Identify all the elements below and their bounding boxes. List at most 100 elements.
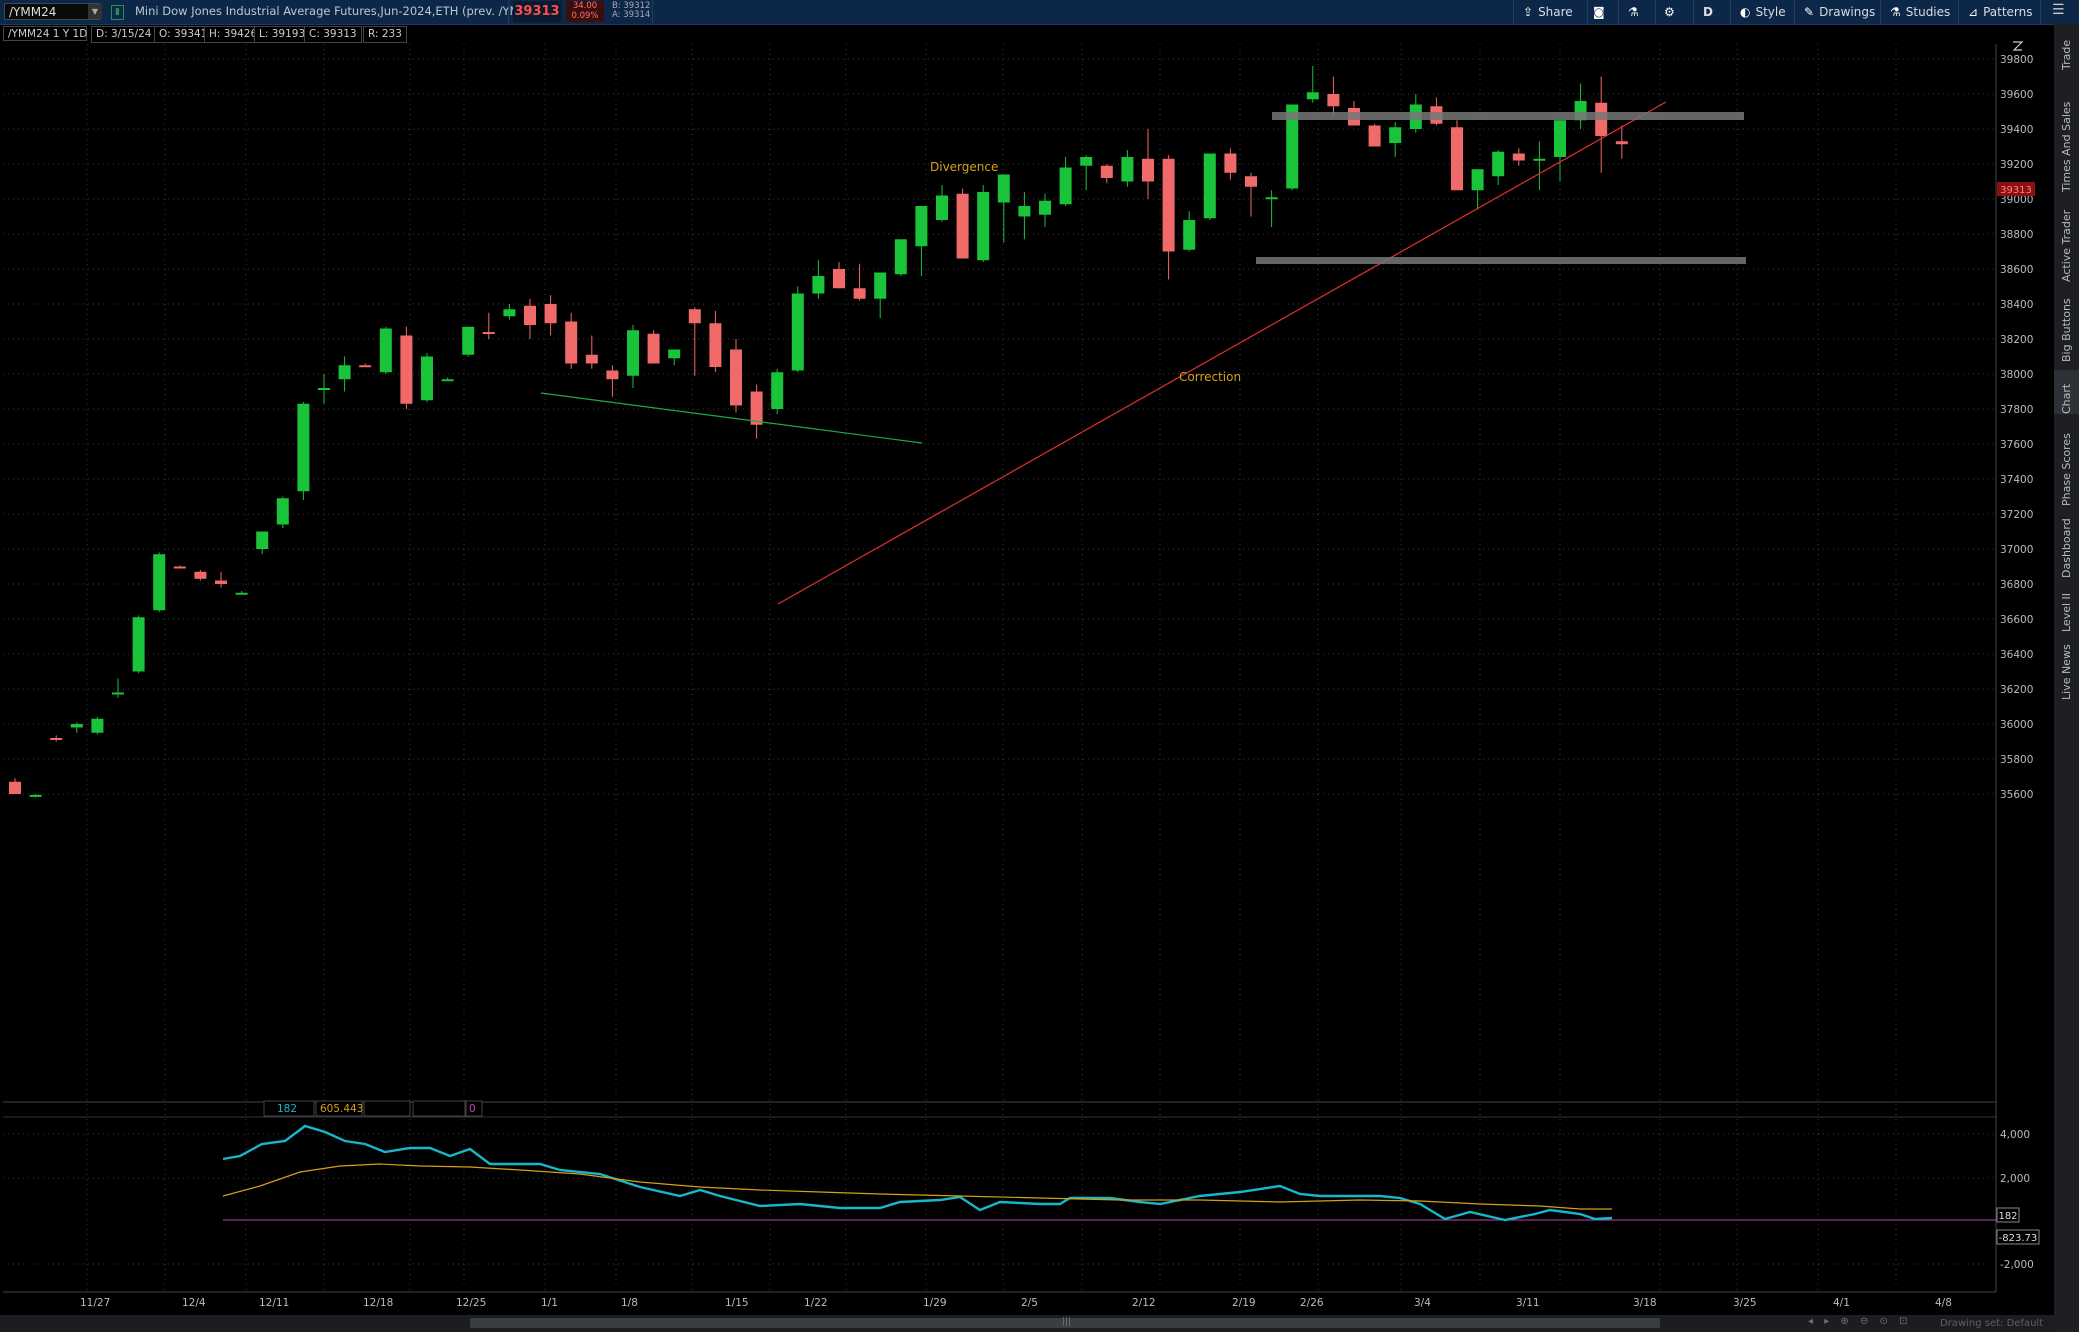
symbol-input[interactable]: /YMM24 <box>4 3 100 20</box>
tab-times-and-sales[interactable]: Times And Sales <box>2054 80 2079 192</box>
candle-body <box>297 403 310 492</box>
candle-body <box>338 365 351 380</box>
candle-body <box>1554 120 1566 157</box>
candle-body <box>112 692 124 695</box>
settings-button[interactable]: ⚙ <box>1664 0 1680 24</box>
separator <box>508 0 509 24</box>
candle-body <box>1183 220 1196 250</box>
lower-value-1: 182 <box>277 1103 297 1115</box>
tab-dashboard[interactable]: Dashboard <box>2054 514 2079 578</box>
tab-level-ii[interactable]: Level II <box>2054 586 2079 632</box>
price-chart[interactable]: 35600 35800 36000 36200 36400 36600 36800 37000… <box>0 24 2054 1314</box>
lower-value-3: 0 <box>469 1103 476 1115</box>
candle-body <box>50 738 63 740</box>
candle-body <box>1100 165 1113 178</box>
tab-trade[interactable]: Trade <box>2054 24 2079 70</box>
candle-body <box>853 288 866 299</box>
tab-phase-scores-label: Phase Scores <box>2060 433 2073 506</box>
candle-body <box>235 592 248 595</box>
aggregation-button[interactable]: D <box>1703 0 1713 24</box>
candle-body <box>1615 141 1628 145</box>
zoom-controls[interactable]: ◂ ▸ ⊕ ⊖ ⊙ ⊡ <box>1808 1316 1911 1327</box>
candle-body <box>1224 153 1237 173</box>
flask-icon: ⚗ <box>1628 5 1639 19</box>
correction-annotation: Correction <box>1179 370 1241 384</box>
right-sidebar-tabs: Trade Times And Sales Active Trader Big … <box>2054 24 2079 1332</box>
candle-body <box>91 718 104 733</box>
patterns-button[interactable]: ⊿ Patterns <box>1968 0 2033 24</box>
candle-body <box>1389 127 1402 143</box>
candle-body <box>1121 157 1134 182</box>
camera-icon: ◙ <box>1593 5 1605 19</box>
candle-body <box>833 269 845 289</box>
separator <box>1794 0 1795 24</box>
patterns-label: Patterns <box>1983 5 2033 19</box>
drawing-tool-icon[interactable] <box>2012 41 2024 51</box>
studies-button[interactable]: ⚗ Studies <box>1890 0 1950 24</box>
candle-body <box>1451 127 1463 191</box>
separator <box>1513 0 1514 24</box>
price-tick-label: 37000 <box>2000 544 2033 556</box>
price-tick-label: 36200 <box>2000 684 2033 696</box>
candle-body <box>1265 197 1278 200</box>
price-tick-label: 36600 <box>2000 614 2033 626</box>
menu-icon[interactable]: ☰ <box>2052 2 2065 18</box>
last-price: 39313 <box>513 1 561 22</box>
tab-phase-scores[interactable]: Phase Scores <box>2054 422 2079 506</box>
price-tick-label: 37600 <box>2000 439 2033 451</box>
date-tick-label: 12/18 <box>363 1297 393 1309</box>
tab-chart[interactable]: Chart <box>2054 370 2079 414</box>
lower-value-2: 605.443 <box>320 1103 363 1115</box>
candle-body <box>771 372 784 409</box>
price-tick-label: 36800 <box>2000 579 2033 591</box>
candle-body <box>1245 176 1257 187</box>
separator <box>1880 0 1881 24</box>
lower-tag-cyan: 182 <box>1998 1211 2017 1222</box>
top-toolbar: /YMM24 ▼ ▮ Mini Dow Jones Industrial Ave… <box>0 0 2079 25</box>
symbol-description: Mini Dow Jones Industrial Average Future… <box>135 4 542 18</box>
style-button[interactable]: ◐ Style <box>1740 0 1786 24</box>
tab-active-trader[interactable]: Active Trader <box>2054 202 2079 282</box>
candle-body <box>977 192 990 261</box>
drawing-set-label: Drawing set: Default <box>1940 1318 2044 1329</box>
studies-label: Studies <box>1905 5 1951 19</box>
share-button[interactable]: ⇪ Share <box>1523 0 1573 24</box>
candle-body <box>1492 151 1505 177</box>
date-tick-label: 1/8 <box>621 1297 638 1309</box>
tab-live-news[interactable]: Live News <box>2054 640 2079 700</box>
flask-button[interactable]: ⚗ <box>1628 0 1644 24</box>
pencil-icon: ✎ <box>1804 5 1815 19</box>
link-icon[interactable]: ▮ <box>111 5 124 20</box>
snapshot-button[interactable]: ◙ <box>1593 0 1610 24</box>
candle-body <box>1512 153 1525 161</box>
price-tick-label: 39800 <box>2000 54 2033 66</box>
style-label: Style <box>1755 5 1786 19</box>
date-tick-label: 1/1 <box>541 1297 558 1309</box>
price-tick-label: 38800 <box>2000 229 2033 241</box>
date-tick-label: 1/22 <box>804 1297 828 1309</box>
tab-big-buttons[interactable]: Big Buttons <box>2054 292 2079 362</box>
separator <box>1730 0 1731 24</box>
chart-frame <box>3 44 1996 1314</box>
time-scrollbar[interactable]: ||| ◂ ▸ ⊕ ⊖ ⊙ ⊡ Drawing set: Default <box>0 1315 2054 1332</box>
lower-legend: 182 605.443 0 <box>263 1100 483 1117</box>
separator <box>1958 0 1959 24</box>
date-tick-label: 11/27 <box>80 1297 110 1309</box>
candle-body <box>936 195 948 220</box>
candle-body <box>524 305 536 325</box>
drawings-button[interactable]: ✎ Drawings <box>1804 0 1875 24</box>
price-tick-label: 36000 <box>2000 719 2033 731</box>
price-tick-label: 39200 <box>2000 159 2033 171</box>
candle-body <box>318 388 330 390</box>
candle-body <box>750 391 763 425</box>
date-axis: 11/27 12/4 12/11 12/18 12/25 1/1 1/8 1/15 1/22 1/… <box>80 1297 1952 1309</box>
symbol-dropdown-icon[interactable]: ▼ <box>88 4 102 19</box>
support-zone <box>1256 257 1746 264</box>
price-tag-label: 39313 <box>2000 185 2032 196</box>
candle-body <box>688 309 701 324</box>
tab-dashboard-label: Dashboard <box>2060 518 2073 578</box>
bid-ask: B: 39312 A: 39314 <box>612 2 650 20</box>
price-tick-label: 35600 <box>2000 789 2033 801</box>
pct-change: 0.09% <box>571 11 599 21</box>
tab-level-ii-label: Level II <box>2060 592 2073 632</box>
